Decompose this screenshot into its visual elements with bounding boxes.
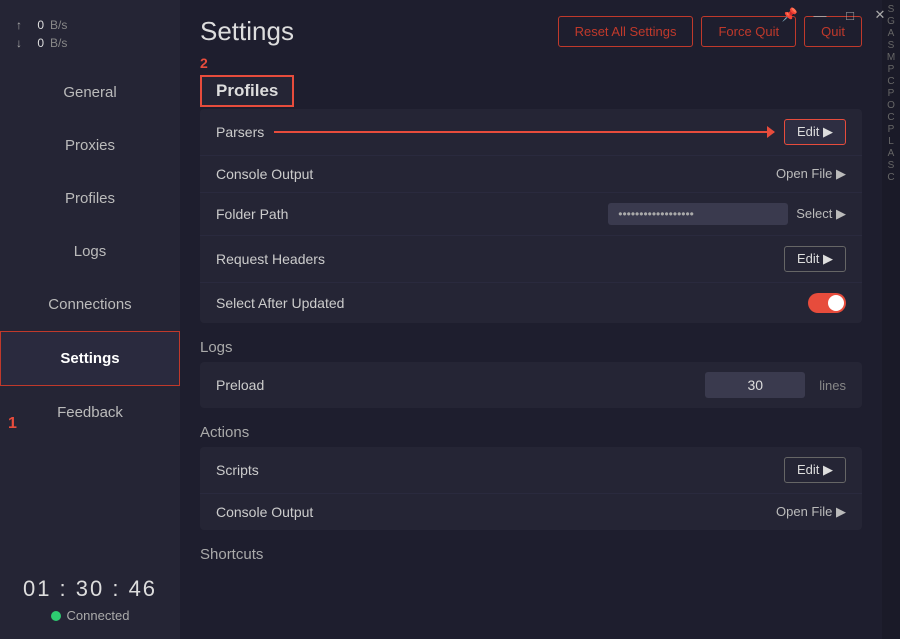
close-button[interactable]: ✕ [866, 4, 894, 26]
connected-label: Connected [67, 608, 130, 623]
folder-path-select-button[interactable]: Select ▶ [796, 206, 846, 222]
console-output-profiles-label: Console Output [216, 166, 313, 182]
parsers-row: Parsers 3 Edit ▶ [200, 109, 862, 156]
download-value: 0 [28, 36, 44, 50]
scripts-row: Scripts Edit ▶ [200, 447, 862, 494]
annotation-1: 1 [8, 415, 17, 433]
shortcuts-section-title: Shortcuts [200, 546, 862, 563]
preload-label: Preload [216, 377, 264, 393]
request-headers-label: Request Headers [216, 251, 325, 267]
folder-path-label: Folder Path [216, 206, 288, 222]
console-output-actions-link[interactable]: Open File ▶ [776, 504, 846, 520]
download-unit: B/s [50, 36, 67, 50]
folder-path-input[interactable] [608, 203, 788, 225]
preload-input[interactable] [705, 372, 805, 398]
select-after-updated-row: Select After Updated [200, 283, 862, 323]
sidebar-item-proxies[interactable]: Proxies [0, 119, 180, 172]
parsers-edit-button[interactable]: Edit ▶ [784, 119, 846, 145]
sidebar-item-general[interactable]: General [0, 66, 180, 119]
console-output-profiles-action: Open File ▶ [776, 166, 846, 182]
select-after-updated-label: Select After Updated [216, 295, 344, 311]
toggle-thumb-icon [828, 295, 844, 311]
sidebar-item-settings[interactable]: Settings [0, 331, 180, 386]
profiles-section-title: Profiles [200, 75, 294, 107]
actions-card: Scripts Edit ▶ Console Output Open File … [200, 447, 862, 530]
scrollbar-letters: S G A S M P C P O C P L A S C [887, 4, 895, 183]
connected-dot-icon [51, 611, 61, 621]
sidebar-item-feedback[interactable]: Feedback [0, 386, 180, 439]
logs-section: Logs Preload lines [200, 339, 862, 408]
select-after-updated-toggle[interactable] [808, 293, 846, 313]
annotation-2: 2 [200, 55, 208, 71]
logs-section-title: Logs [200, 339, 862, 356]
parsers-arrow-icon [274, 131, 774, 133]
main-content: Settings Reset All Settings Force Quit Q… [180, 0, 882, 639]
connection-status: Connected [23, 608, 157, 623]
actions-section-title: Actions [200, 424, 862, 441]
sidebar-item-connections[interactable]: Connections [0, 278, 180, 331]
parsers-label: Parsers [216, 124, 264, 140]
upload-unit: B/s [50, 18, 67, 32]
preload-unit-label: lines [819, 378, 846, 393]
upload-arrow-icon: ↑ [16, 18, 22, 32]
sidebar-nav: General Proxies Profiles Logs Connection… [0, 66, 180, 560]
console-output-profiles-link[interactable]: Open File ▶ [776, 166, 846, 182]
request-headers-action: Edit ▶ [784, 246, 846, 272]
scripts-edit-button[interactable]: Edit ▶ [784, 457, 846, 483]
actions-section: Actions Scripts Edit ▶ Console Output Op… [200, 424, 862, 530]
profiles-card: Parsers 3 Edit ▶ Console Output Open Fil… [200, 109, 862, 323]
download-stat: ↓ 0 B/s [16, 36, 164, 50]
request-headers-row: Request Headers Edit ▶ [200, 236, 862, 283]
logs-card: Preload lines [200, 362, 862, 408]
upload-stat: ↑ 0 B/s [16, 18, 164, 32]
sidebar-item-profiles[interactable]: Profiles [0, 172, 180, 225]
preload-action: lines [705, 372, 846, 398]
request-headers-edit-button[interactable]: Edit ▶ [784, 246, 846, 272]
page-title: Settings [200, 16, 294, 47]
network-stats: ↑ 0 B/s ↓ 0 B/s [0, 10, 180, 58]
download-arrow-icon: ↓ [16, 36, 22, 50]
console-output-actions-action: Open File ▶ [776, 504, 846, 520]
console-output-profiles-row: Console Output Open File ▶ [200, 156, 862, 193]
preload-row: Preload lines [200, 362, 862, 408]
upload-value: 0 [28, 18, 44, 32]
select-after-updated-action [808, 293, 846, 313]
timer-display: 01 : 30 : 46 [23, 576, 157, 602]
sidebar: ↑ 0 B/s ↓ 0 B/s General Proxies Profiles… [0, 0, 180, 639]
sidebar-bottom: 01 : 30 : 46 Connected [7, 560, 173, 639]
folder-path-row: Folder Path Select ▶ [200, 193, 862, 236]
scripts-action: Edit ▶ [784, 457, 846, 483]
minimize-button[interactable]: — [806, 4, 834, 26]
console-output-actions-row: Console Output Open File ▶ [200, 494, 862, 530]
titlebar: 📌 — □ ✕ [770, 0, 900, 30]
reset-all-settings-button[interactable]: Reset All Settings [558, 16, 694, 47]
scrollbar-track[interactable]: S G A S M P C P O C P L A S C [882, 0, 900, 639]
shortcuts-section: Shortcuts [200, 546, 862, 563]
profiles-header: Profiles [200, 75, 862, 107]
maximize-button[interactable]: □ [836, 4, 864, 26]
scripts-label: Scripts [216, 462, 259, 478]
page-header: Settings Reset All Settings Force Quit Q… [200, 16, 862, 47]
folder-path-action: Select ▶ [608, 203, 846, 225]
sidebar-item-logs[interactable]: Logs [0, 225, 180, 278]
pin-button[interactable]: 📌 [776, 4, 804, 26]
console-output-actions-label: Console Output [216, 504, 313, 520]
profiles-section: Profiles Parsers 3 Edit ▶ Console Output… [200, 75, 862, 323]
